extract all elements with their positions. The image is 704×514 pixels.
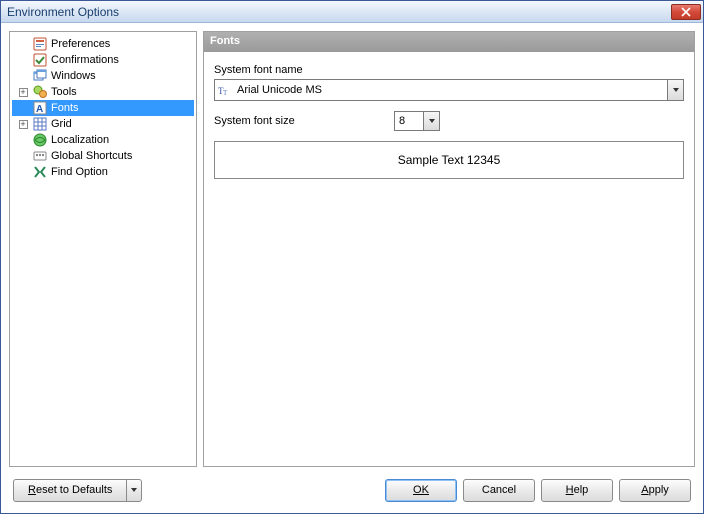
ok-button[interactable]: OK bbox=[385, 479, 457, 502]
tree-label: Tools bbox=[51, 86, 77, 98]
svg-text:A: A bbox=[36, 104, 43, 115]
close-icon bbox=[681, 7, 691, 17]
tree-item-fonts[interactable]: A Fonts bbox=[12, 100, 194, 116]
confirmations-icon bbox=[32, 52, 48, 68]
font-name-dropdown-button[interactable] bbox=[667, 80, 683, 100]
sample-text: Sample Text 12345 bbox=[398, 153, 501, 167]
tree-label: Confirmations bbox=[51, 54, 119, 66]
chevron-down-icon bbox=[673, 88, 679, 92]
chevron-down-icon bbox=[429, 119, 435, 123]
tree-item-localization[interactable]: Localization bbox=[12, 132, 194, 148]
expander-grid[interactable]: + bbox=[19, 120, 28, 129]
help-button[interactable]: Help bbox=[541, 479, 613, 502]
grid-icon bbox=[32, 116, 48, 132]
tree-item-windows[interactable]: Windows bbox=[12, 68, 194, 84]
body-area: Preferences Confirmations Windows + Tool… bbox=[1, 23, 703, 475]
nav-tree[interactable]: Preferences Confirmations Windows + Tool… bbox=[9, 31, 197, 467]
tree-label: Find Option bbox=[51, 166, 108, 178]
windows-icon bbox=[32, 68, 48, 84]
panel-body: System font name TT Arial Unicode MS Sys… bbox=[204, 52, 694, 191]
font-size-label: System font size bbox=[214, 115, 394, 127]
shortcuts-icon bbox=[32, 148, 48, 164]
tree-item-grid[interactable]: + Grid bbox=[12, 116, 194, 132]
tree-item-preferences[interactable]: Preferences bbox=[12, 36, 194, 52]
font-size-value: 8 bbox=[395, 115, 423, 127]
tree-label: Windows bbox=[51, 70, 96, 82]
truetype-icon: TT bbox=[215, 83, 233, 97]
cancel-button[interactable]: Cancel bbox=[463, 479, 535, 502]
content-panel: Fonts System font name TT Arial Unicode … bbox=[203, 31, 695, 467]
font-size-dropdown-button[interactable] bbox=[423, 112, 439, 130]
font-name-value: Arial Unicode MS bbox=[233, 84, 667, 96]
chevron-down-icon bbox=[131, 488, 137, 492]
apply-button[interactable]: Apply bbox=[619, 479, 691, 502]
panel-header: Fonts bbox=[204, 32, 694, 52]
sample-preview: Sample Text 12345 bbox=[214, 141, 684, 179]
fonts-icon: A bbox=[32, 100, 48, 116]
tree-label: Fonts bbox=[51, 102, 79, 114]
svg-text:T: T bbox=[223, 89, 228, 97]
font-name-label: System font name bbox=[214, 64, 684, 76]
tree-item-find-option[interactable]: Find Option bbox=[12, 164, 194, 180]
tree-label: Global Shortcuts bbox=[51, 150, 132, 162]
reset-defaults-dropdown[interactable] bbox=[126, 479, 142, 502]
font-size-select[interactable]: 8 bbox=[394, 111, 440, 131]
tools-icon bbox=[32, 84, 48, 100]
tree-item-global-shortcuts[interactable]: Global Shortcuts bbox=[12, 148, 194, 164]
window-title: Environment Options bbox=[7, 5, 671, 19]
localization-icon bbox=[32, 132, 48, 148]
tree-label: Grid bbox=[51, 118, 72, 130]
font-name-select[interactable]: TT Arial Unicode MS bbox=[214, 79, 684, 101]
reset-defaults-split: Reset to Defaults bbox=[13, 479, 142, 502]
dialog-footer: Reset to Defaults OK Cancel Help Apply bbox=[1, 475, 703, 513]
close-button[interactable] bbox=[671, 4, 701, 20]
reset-defaults-button[interactable]: Reset to Defaults bbox=[13, 479, 126, 502]
find-icon bbox=[32, 164, 48, 180]
expander-tools[interactable]: + bbox=[19, 88, 28, 97]
tree-item-confirmations[interactable]: Confirmations bbox=[12, 52, 194, 68]
titlebar[interactable]: Environment Options bbox=[1, 1, 703, 23]
tree-label: Localization bbox=[51, 134, 109, 146]
tree-item-tools[interactable]: + Tools bbox=[12, 84, 194, 100]
dialog-window: Environment Options Preferences Confirma… bbox=[0, 0, 704, 514]
tree-label: Preferences bbox=[51, 38, 110, 50]
preferences-icon bbox=[32, 36, 48, 52]
